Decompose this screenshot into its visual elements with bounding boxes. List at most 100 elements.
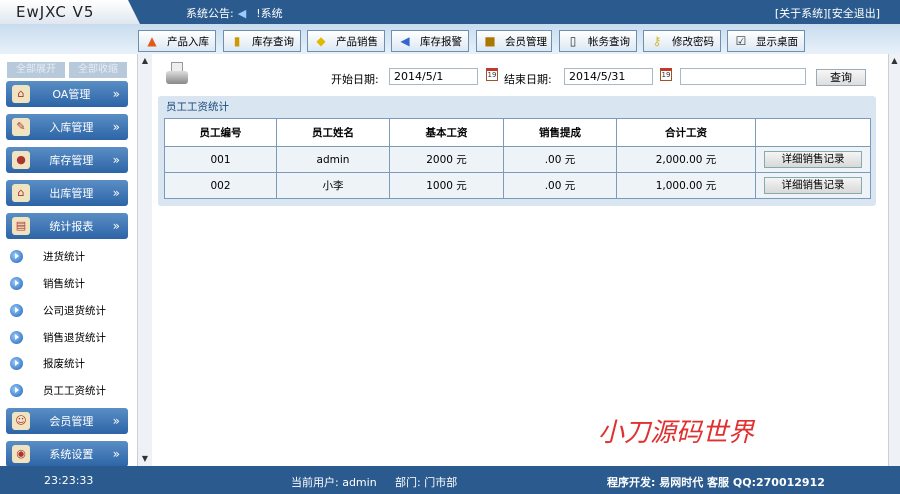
cell-action: 详细销售记录	[755, 172, 871, 199]
cell-base: 2000 元	[389, 146, 504, 173]
toolbar-show-desktop-button[interactable]: ☑ 显示桌面	[727, 30, 805, 52]
chevron-icon: »	[112, 219, 120, 233]
chevron-icon: »	[112, 153, 120, 167]
menu-inventory[interactable]: ● 库存管理 »	[6, 147, 128, 173]
sub-item-sales-stats[interactable]: 销售统计	[10, 273, 85, 293]
cell-total: 2,000.00 元	[616, 146, 756, 173]
main-scrollbar[interactable]: ▲	[888, 54, 900, 466]
expand-all-button[interactable]: 全部展开	[7, 62, 65, 78]
table-row: 001 admin 2000 元 .00 元 2,000.00 元 详细销售记录	[164, 146, 871, 173]
status-bar: 23:23:33 当前用户: admin 部门: 门市部 程序开发: 易网时代 …	[0, 466, 900, 494]
toolbar-label: 会员管理	[505, 35, 547, 48]
menu-oa[interactable]: ⌂ OA管理 »	[6, 81, 128, 107]
toolbar-label: 修改密码	[672, 35, 714, 48]
cell-base: 1000 元	[389, 172, 504, 199]
sub-item-label: 销售退货统计	[43, 331, 106, 344]
menu-stock-in[interactable]: ✎ 入库管理 »	[6, 114, 128, 140]
sub-item-salary-stats[interactable]: 员工工资统计	[10, 380, 106, 400]
toolbar-label: 显示桌面	[756, 35, 798, 48]
chevron-icon: »	[112, 120, 120, 134]
toolbar-product-sales-button[interactable]: ◆ 产品销售	[307, 30, 385, 52]
start-date-input[interactable]: 2014/5/1	[389, 68, 478, 85]
sub-item-label: 销售统计	[43, 277, 85, 290]
toolbar-member-button[interactable]: ■ 会员管理	[476, 30, 552, 52]
desktop-icon: ☑	[735, 34, 747, 48]
sales-detail-button[interactable]: 详细销售记录	[764, 177, 862, 194]
developer-info: 程序开发: 易网时代 客服 QQ:270012912	[607, 476, 825, 489]
logout-link[interactable]: [安全退出]	[827, 7, 880, 20]
menu-members[interactable]: ☺ 会员管理 »	[6, 408, 128, 434]
menu-label: 入库管理	[49, 121, 94, 134]
sub-item-sales-return-stats[interactable]: 销售退货统计	[10, 327, 106, 347]
current-user: 当前用户: admin	[291, 476, 377, 489]
globe-icon: ◉	[12, 445, 30, 463]
member-icon: ☺	[12, 412, 30, 430]
notice-label: 系统公告:	[186, 7, 234, 20]
toolbar-label: 产品销售	[336, 35, 378, 48]
chevron-icon: »	[112, 186, 120, 200]
menu-label: 出库管理	[49, 187, 94, 200]
col-action	[755, 118, 871, 147]
col-name: 员工姓名	[276, 118, 390, 147]
menu-label: OA管理	[52, 88, 91, 101]
scroll-down-icon[interactable]: ▼	[138, 452, 152, 466]
sub-item-label: 进货统计	[43, 250, 85, 263]
sub-item-purchase-stats[interactable]: 进货统计	[10, 246, 85, 266]
col-total: 合计工资	[616, 118, 756, 147]
col-id: 员工编号	[164, 118, 277, 147]
book-icon: ▮	[233, 34, 241, 48]
table-row: 002 小李 1000 元 .00 元 1,000.00 元 详细销售记录	[164, 172, 871, 199]
play-icon	[10, 249, 23, 263]
menu-reports[interactable]: ▤ 统计报表 »	[6, 213, 128, 239]
notice-text[interactable]: !系统	[256, 7, 282, 20]
sub-item-label: 报废统计	[43, 357, 85, 370]
query-button[interactable]: 查询	[816, 69, 866, 86]
speaker-icon: ◀︎	[400, 34, 410, 48]
play-icon	[10, 356, 23, 370]
chevron-icon: »	[112, 447, 120, 461]
system-notice: 系统公告: ◀︎ !系统	[186, 5, 283, 21]
menu-label: 统计报表	[49, 220, 94, 233]
menu-stock-out[interactable]: ⌂ 出库管理 »	[6, 180, 128, 206]
end-date-input[interactable]: 2014/5/31	[564, 68, 653, 85]
chevron-icon: »	[112, 414, 120, 428]
report-icon: ▤	[12, 217, 30, 235]
toolbar-change-password-button[interactable]: ⚷ 修改密码	[643, 30, 721, 52]
cell-name: 小李	[276, 172, 390, 199]
scroll-up-icon[interactable]: ▲	[889, 54, 900, 68]
app-logo: EwJXC V5	[0, 0, 140, 24]
key-icon: ⚷	[652, 34, 662, 48]
table-header: 员工编号 员工姓名 基本工资 销售提成 合计工资	[164, 118, 871, 147]
toolbar-stock-alert-button[interactable]: ◀︎ 库存报警	[391, 30, 469, 52]
calendar-icon[interactable]: 19	[486, 68, 498, 81]
menu-label: 系统设置	[49, 448, 94, 461]
end-date-label: 结束日期:	[504, 73, 552, 86]
play-icon	[10, 330, 23, 344]
salary-table: 员工编号 员工姓名 基本工资 销售提成 合计工资 001 admin 2000 …	[164, 118, 871, 199]
scroll-up-icon[interactable]: ▲	[138, 54, 152, 68]
toolbar-label: 帐务查询	[588, 35, 630, 48]
toolbar-label: 产品入库	[167, 35, 209, 48]
tag-icon: ◆	[316, 34, 326, 48]
toolbar-stock-query-button[interactable]: ▮ 库存查询	[223, 30, 301, 52]
calendar-icon[interactable]: 19	[660, 68, 672, 81]
account-icon: ▯	[569, 34, 577, 48]
about-link[interactable]: [关于系统]	[775, 7, 828, 20]
home-icon: ⌂	[12, 184, 30, 202]
cell-action: 详细销售记录	[755, 146, 871, 173]
sales-detail-button[interactable]: 详细销售记录	[764, 151, 862, 168]
toolbar-product-in-button[interactable]: ▲ 产品入库	[138, 30, 216, 52]
menu-label: 库存管理	[49, 154, 94, 167]
extra-input[interactable]	[680, 68, 806, 85]
menu-settings[interactable]: ◉ 系统设置 »	[6, 441, 128, 467]
sub-item-scrap-stats[interactable]: 报废统计	[10, 353, 85, 373]
sub-item-company-return-stats[interactable]: 公司退货统计	[10, 300, 106, 320]
cell-name: admin	[276, 146, 390, 173]
cell-id: 002	[164, 172, 277, 199]
watermark: 小刀源码世界	[598, 418, 755, 448]
play-icon	[10, 303, 23, 317]
sidebar-scrollbar[interactable]: ▲ ▼	[137, 54, 152, 466]
printer-icon[interactable]	[166, 62, 190, 88]
collapse-all-button[interactable]: 全部收缩	[69, 62, 127, 78]
toolbar-account-button[interactable]: ▯ 帐务查询	[559, 30, 637, 52]
